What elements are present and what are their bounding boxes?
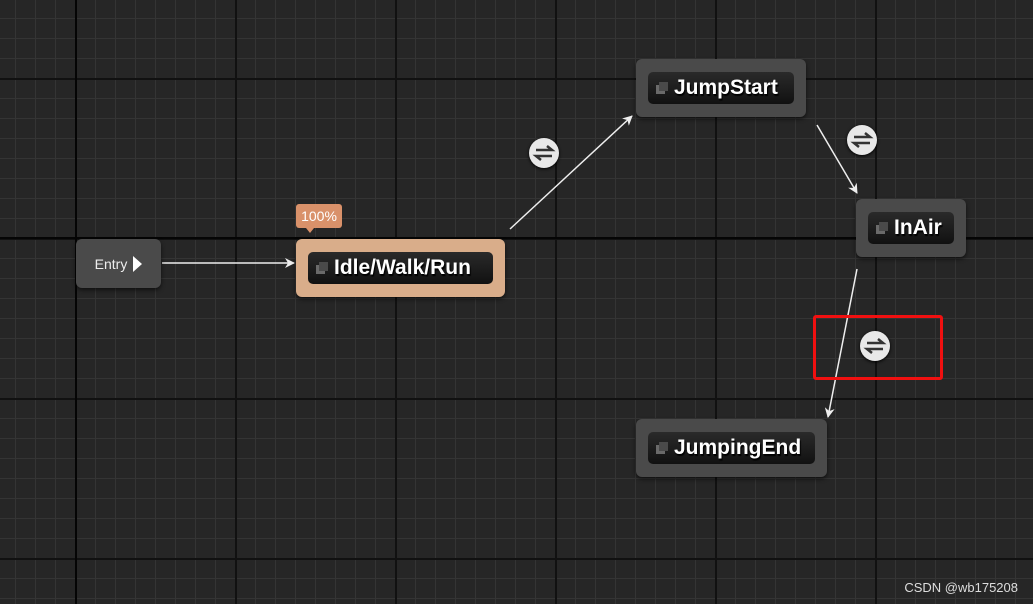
entry-node[interactable]: Entry: [76, 239, 161, 288]
wire-idle-jumpstart[interactable]: [509, 115, 633, 230]
state-node-idle-walk-run[interactable]: Idle/Walk/Run: [296, 239, 505, 297]
state-icon: [316, 262, 328, 274]
state-node-jumpingend[interactable]: JumpingEnd: [636, 419, 827, 477]
highlight-box: [813, 315, 943, 380]
transition-wires: [162, 115, 858, 418]
state-node-jumpstart[interactable]: JumpStart: [636, 59, 806, 117]
state-label: Idle/Walk/Run: [334, 256, 471, 279]
entry-label: Entry: [94, 255, 128, 272]
watermark: CSDN @wb175208: [904, 580, 1018, 595]
state-label: InAir: [894, 216, 942, 239]
output-pin-icon[interactable]: [133, 255, 143, 272]
state-icon: [656, 442, 668, 454]
state-icon: [656, 82, 668, 94]
state-label: JumpStart: [674, 76, 778, 99]
state-icon: [876, 222, 888, 234]
state-node-inair[interactable]: InAir: [856, 199, 966, 257]
transition-rule-icon[interactable]: [529, 138, 559, 168]
state-label: JumpingEnd: [674, 436, 802, 459]
weight-badge: 100%: [296, 204, 342, 233]
transition-rule-icon[interactable]: [847, 125, 877, 155]
